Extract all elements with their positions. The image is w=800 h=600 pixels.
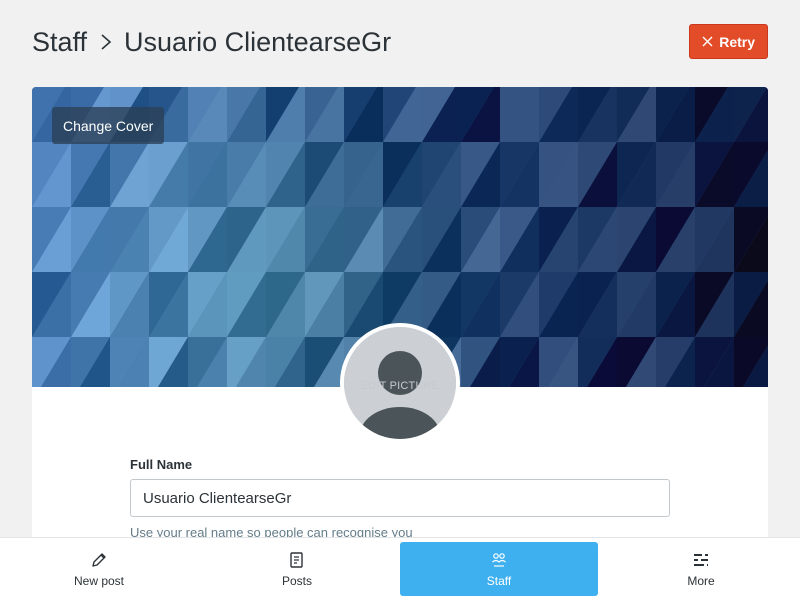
bottom-nav: New post Posts Staff More — [0, 537, 800, 600]
change-cover-button[interactable]: Change Cover — [52, 107, 165, 144]
retry-button[interactable]: Retry — [689, 24, 768, 59]
profile-form: Full Name Use your real name so people c… — [130, 457, 670, 540]
page-header: Staff Usuario ClientearseGr Retry — [32, 24, 768, 60]
chevron-right-icon — [87, 33, 124, 51]
page-title: Usuario ClientearseGr — [124, 26, 392, 57]
nav-label: Staff — [486, 573, 512, 588]
profile-card: Change Cover EDIT PICTURE Full Name Use … — [32, 87, 768, 557]
nav-new-post[interactable]: New post — [0, 538, 198, 600]
retry-label: Retry — [719, 33, 755, 50]
full-name-label: Full Name — [130, 457, 193, 472]
more-icon — [694, 553, 708, 566]
full-name-input[interactable] — [130, 479, 670, 517]
nav-more[interactable]: More — [602, 538, 800, 600]
nav-staff[interactable]: Staff — [400, 542, 598, 596]
close-icon — [702, 34, 713, 50]
nav-label: More — [687, 573, 715, 588]
nav-label: New post — [73, 573, 125, 588]
posts-icon — [290, 551, 303, 568]
people-icon — [492, 552, 506, 567]
breadcrumb-parent[interactable]: Staff — [32, 27, 87, 58]
edit-picture-label: EDIT PICTURE — [360, 380, 440, 392]
nav-label: Posts — [281, 573, 312, 588]
avatar[interactable]: EDIT PICTURE — [340, 323, 460, 443]
nav-posts[interactable]: Posts — [198, 538, 396, 600]
pencil-icon — [92, 552, 106, 567]
